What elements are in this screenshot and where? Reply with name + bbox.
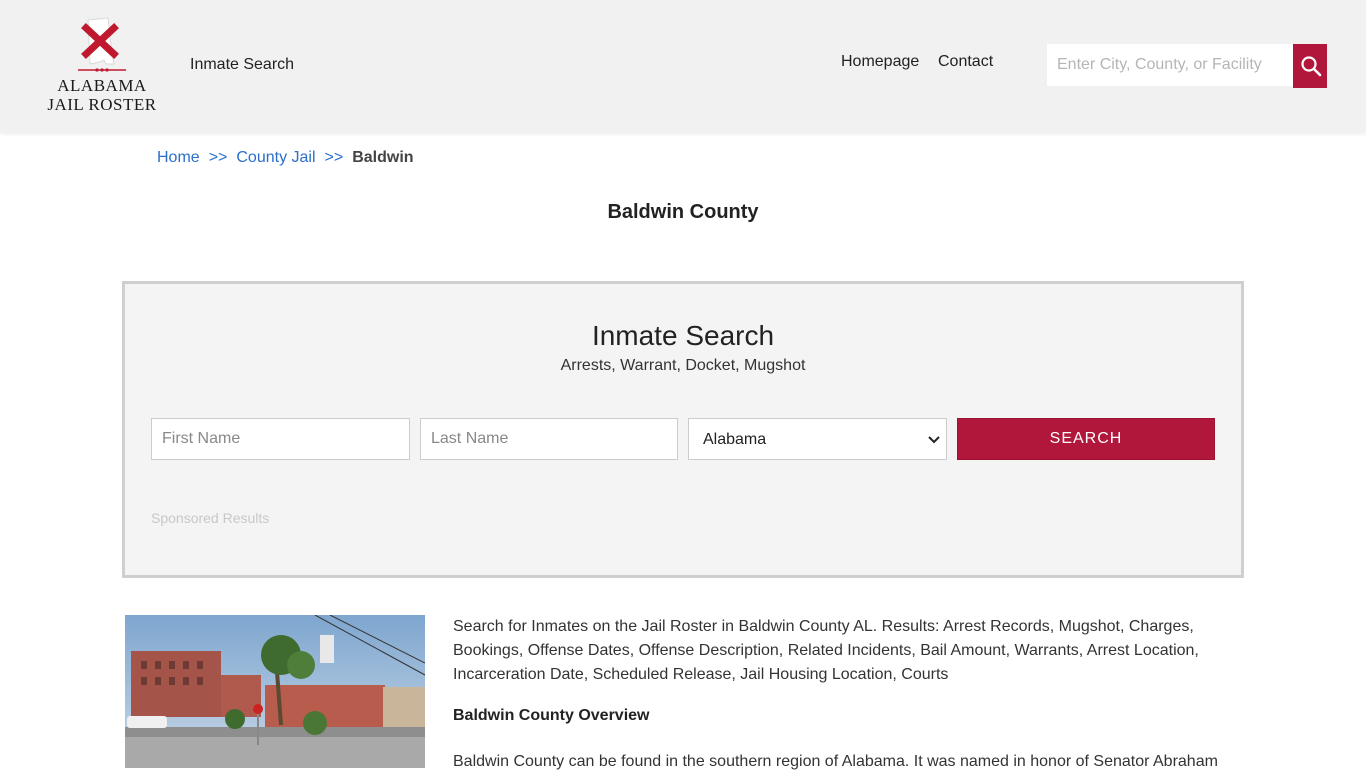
facility-search-input[interactable] bbox=[1047, 44, 1293, 86]
breadcrumb: Home >> County Jail >> Baldwin bbox=[157, 149, 414, 167]
alabama-map-icon bbox=[78, 17, 126, 72]
inmate-search-title: Inmate Search bbox=[591, 320, 775, 351]
breadcrumb-county-jail-link[interactable]: County Jail bbox=[236, 149, 315, 166]
facility-search-button[interactable] bbox=[1293, 44, 1327, 88]
jail-building-photo bbox=[125, 615, 425, 768]
overview-heading: Baldwin County Overview bbox=[453, 707, 650, 724]
breadcrumb-current: Baldwin bbox=[352, 149, 414, 166]
logo-text-line1: ALABAMA bbox=[57, 76, 147, 95]
nav-contact-link[interactable]: Contact bbox=[938, 53, 993, 71]
breadcrumb-separator: >> bbox=[324, 149, 344, 166]
inmate-search-panel: Inmate Search Arrests, Warrant, Docket, … bbox=[122, 281, 1244, 578]
inmate-search-button[interactable]: SEARCH bbox=[957, 418, 1215, 460]
first-name-input[interactable] bbox=[151, 418, 410, 460]
site-logo[interactable]: ALABAMA JAIL ROSTER bbox=[44, 14, 160, 118]
site-header: ALABAMA JAIL ROSTER Inmate Search Homepa… bbox=[0, 0, 1366, 132]
state-select[interactable]: Alabama bbox=[688, 418, 947, 460]
last-name-input[interactable] bbox=[420, 418, 678, 460]
inmate-search-subtitle: Arrests, Warrant, Docket, Mugshot bbox=[560, 357, 806, 374]
magnifier-icon bbox=[1301, 56, 1322, 77]
breadcrumb-home-link[interactable]: Home bbox=[157, 149, 200, 166]
logo-text-line2: JAIL ROSTER bbox=[47, 95, 157, 114]
state-select-value: Alabama bbox=[703, 431, 767, 448]
breadcrumb-separator: >> bbox=[208, 149, 228, 166]
sponsored-results-label: Sponsored Results bbox=[151, 510, 270, 526]
page-title: Baldwin County bbox=[607, 201, 759, 223]
nav-inmate-search-link[interactable]: Inmate Search bbox=[190, 56, 294, 74]
county-description: Search for Inmates on the Jail Roster in… bbox=[453, 618, 1199, 683]
overview-text: Baldwin County can be found in the south… bbox=[453, 753, 1218, 770]
nav-homepage-link[interactable]: Homepage bbox=[841, 53, 919, 71]
chevron-down-icon bbox=[928, 436, 940, 444]
